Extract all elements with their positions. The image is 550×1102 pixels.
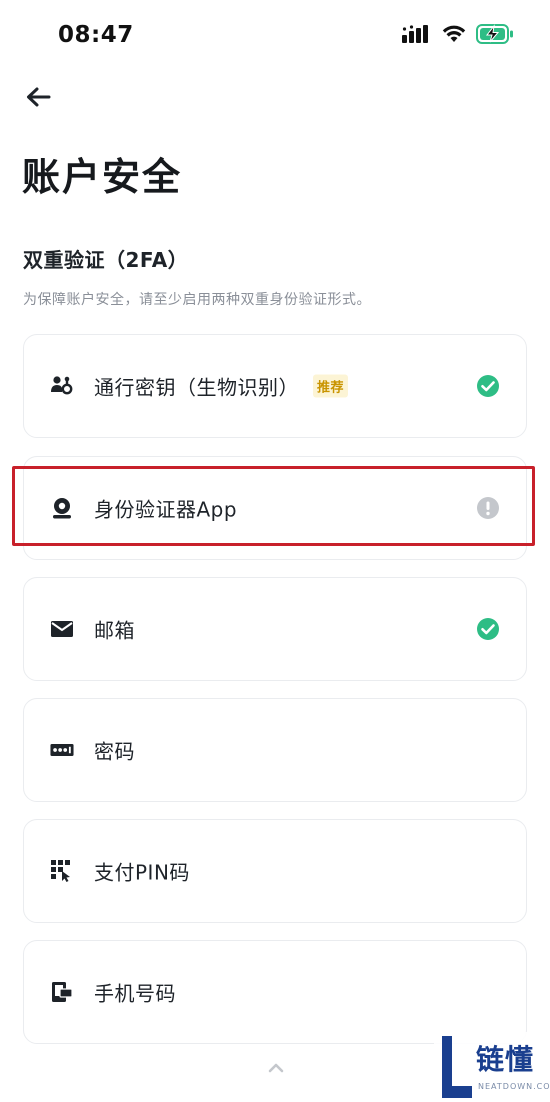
phone-icon bbox=[50, 980, 74, 1004]
security-item-payment-pin[interactable]: 支付PIN码 bbox=[23, 819, 527, 923]
watermark-subtext: NEATDOWN.COM bbox=[478, 1082, 550, 1091]
cellular-signal-icon bbox=[402, 25, 428, 43]
security-item-email[interactable]: 邮箱 bbox=[23, 577, 527, 681]
watermark-text: 链懂 bbox=[476, 1043, 535, 1076]
page-title: 账户安全 bbox=[22, 155, 183, 199]
security-item-label: 支付PIN码 bbox=[94, 857, 190, 886]
check-circle-icon bbox=[477, 375, 499, 397]
security-item-phone[interactable]: 手机号码 bbox=[23, 940, 527, 1044]
battery-charging-icon bbox=[476, 24, 513, 44]
security-item-passkey[interactable]: 通行密钥（生物识别） 推荐 bbox=[23, 334, 527, 438]
password-label: 密码 bbox=[94, 739, 135, 764]
status-time: 08:47 bbox=[58, 22, 134, 48]
wifi-icon bbox=[442, 25, 466, 42]
security-item-label: 密码 bbox=[94, 736, 135, 765]
authenticator-icon bbox=[50, 496, 74, 520]
mail-icon bbox=[50, 617, 74, 641]
security-item-label: 通行密钥（生物识别） 推荐 bbox=[94, 372, 349, 401]
section-description: 为保障账户安全，请至少启用两种双重身份验证形式。 bbox=[23, 292, 371, 308]
phone-label: 手机号码 bbox=[94, 981, 176, 1006]
password-icon bbox=[50, 738, 74, 762]
security-item-password[interactable]: 密码 bbox=[23, 698, 527, 802]
status-bar: 08:47 bbox=[0, 0, 550, 74]
check-circle-icon bbox=[477, 618, 499, 640]
recommended-badge: 推荐 bbox=[313, 374, 349, 398]
security-item-label: 邮箱 bbox=[94, 615, 135, 644]
security-item-authenticator[interactable]: 身份验证器App bbox=[23, 456, 527, 560]
section-title: 双重验证（2FA） bbox=[23, 248, 189, 272]
passkey-label: 通行密钥（生物识别） bbox=[94, 375, 299, 400]
security-item-label: 手机号码 bbox=[94, 978, 176, 1007]
authenticator-label: 身份验证器App bbox=[94, 497, 238, 522]
back-button[interactable] bbox=[20, 80, 56, 114]
chevron-up-icon[interactable] bbox=[266, 1060, 286, 1076]
email-label: 邮箱 bbox=[94, 618, 135, 643]
pin-keypad-icon bbox=[50, 859, 74, 883]
warning-circle-icon bbox=[477, 497, 499, 519]
watermark-logo-icon bbox=[442, 1036, 472, 1098]
arrow-left-icon bbox=[27, 87, 51, 107]
watermark: 链懂 NEATDOWN.COM bbox=[434, 1032, 550, 1102]
payment-pin-label: 支付PIN码 bbox=[94, 860, 190, 885]
status-icons bbox=[402, 24, 514, 44]
passkey-icon bbox=[50, 374, 74, 398]
security-item-label: 身份验证器App bbox=[94, 494, 237, 523]
